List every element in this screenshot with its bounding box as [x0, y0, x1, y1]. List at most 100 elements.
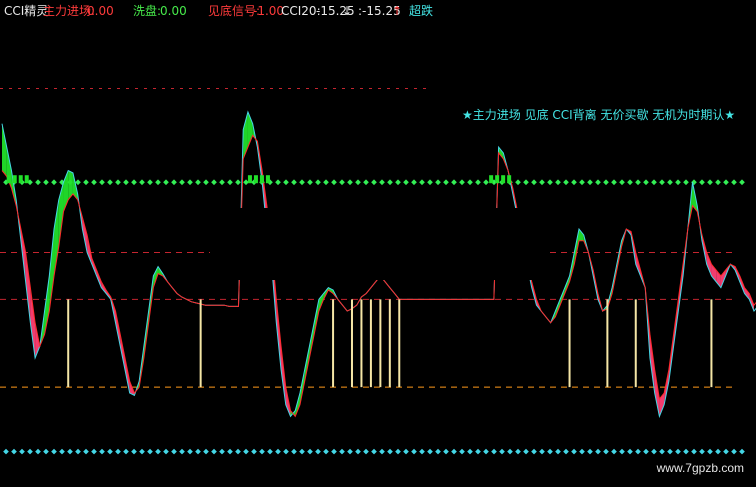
ref-dot: [19, 448, 25, 455]
ref-dot: [451, 448, 457, 455]
ref-dot: [51, 179, 57, 186]
ref-dot: [75, 179, 81, 186]
ref-dot: [115, 448, 121, 455]
ref-dot: [371, 448, 377, 455]
ref-dot: [475, 448, 481, 455]
ref-dot: [91, 448, 97, 455]
band-segment: [54, 199, 59, 276]
ref-dot: [643, 448, 649, 455]
ref-dot: [555, 448, 561, 455]
ref-dot: [91, 179, 97, 186]
ref-dot: [187, 179, 193, 186]
ref-dot: [355, 448, 361, 455]
ref-dot: [195, 179, 201, 186]
ref-dot: [67, 448, 73, 455]
ref-dot: [35, 179, 41, 186]
ref-dot: [219, 448, 225, 455]
ref-dot: [347, 448, 353, 455]
signal-marker: [501, 175, 506, 184]
ref-dot: [243, 448, 249, 455]
ref-dot: [251, 448, 257, 455]
ref-dot: [675, 179, 681, 186]
ref-dot: [587, 179, 593, 186]
ref-dot: [539, 448, 545, 455]
ref-dot: [435, 448, 441, 455]
watermark: www.7gpzb.com: [656, 461, 744, 475]
ref-dot: [307, 179, 313, 186]
ref-dot: [379, 448, 385, 455]
ref-dot: [131, 448, 137, 455]
chart-stage: CCI精灵 主力进场: 0.00 洗盘: 0.00 见底信号: -1.00 CC…: [0, 0, 756, 487]
indicator-name: CCI精灵: [4, 4, 49, 18]
signal-marker: [495, 175, 500, 184]
signal-marker: [247, 175, 252, 184]
ref-dot: [99, 179, 105, 186]
ref-dot: [651, 179, 657, 186]
signal-marker: [24, 175, 29, 184]
cci20-label: CCI20:: [281, 4, 321, 18]
ref-dot: [683, 448, 689, 455]
ref-dot: [675, 448, 681, 455]
signal-banner: ★主力进场 见底 CCI背离 无价买歇 无机为时期认★: [462, 108, 736, 122]
ref-dot: [523, 179, 529, 186]
ref-dot: [83, 448, 89, 455]
cci-chart: [0, 88, 756, 455]
ref-dot: [539, 179, 545, 186]
ref-dot: [315, 448, 321, 455]
ref-dot: [187, 448, 193, 455]
ref-dot: [571, 179, 577, 186]
ref-dot: [715, 179, 721, 186]
ref-dot: [443, 448, 449, 455]
ref-dot: [339, 448, 345, 455]
signal-marker: [6, 175, 11, 184]
ref-dot: [155, 179, 161, 186]
ref-dot: [667, 179, 673, 186]
ref-dot: [219, 179, 225, 186]
ref-dot: [547, 448, 553, 455]
ref-dot: [363, 179, 369, 186]
ref-dot: [323, 179, 329, 186]
ref-dot: [499, 448, 505, 455]
ref-dot: [603, 179, 609, 186]
ref-dot: [363, 448, 369, 455]
signal-marker: [18, 175, 23, 184]
ref-dot: [155, 448, 161, 455]
ref-dot: [627, 448, 633, 455]
ref-dot: [139, 448, 145, 455]
ref-dot: [395, 448, 401, 455]
signal-marker: [507, 175, 512, 184]
ref-dot: [563, 179, 569, 186]
signal-marker: [12, 175, 17, 184]
ref-dot: [491, 448, 497, 455]
ref-dot: [523, 448, 529, 455]
ref-dot: [387, 448, 393, 455]
ref-dot: [611, 448, 617, 455]
ref-dot: [267, 448, 273, 455]
ref-dot: [435, 179, 441, 186]
band-segment: [30, 287, 36, 358]
band-segment: [498, 147, 504, 159]
ref-dot: [411, 448, 417, 455]
cci20-down-arrow-icon: ↓: [342, 4, 353, 18]
ref-dot: [531, 179, 537, 186]
ref-dot: [595, 448, 601, 455]
ref-dot: [59, 448, 65, 455]
ref-dot: [283, 448, 289, 455]
ref-dot: [99, 448, 105, 455]
band-segment: [579, 229, 584, 241]
ref-dot: [139, 179, 145, 186]
oversold-label: 超跌: [409, 4, 434, 18]
ref-dot: [483, 448, 489, 455]
ref-dot: [235, 448, 241, 455]
signal-marker: [253, 175, 258, 184]
ref-dot: [299, 448, 305, 455]
ref-dot: [595, 179, 601, 186]
ref-dot: [43, 448, 49, 455]
ref-dot: [387, 179, 393, 186]
ref-dot: [667, 448, 673, 455]
signal-marker: [259, 175, 264, 184]
ref-dot: [291, 179, 297, 186]
ref-dot: [147, 179, 153, 186]
ref-dot: [259, 448, 265, 455]
ref-dot: [147, 448, 153, 455]
